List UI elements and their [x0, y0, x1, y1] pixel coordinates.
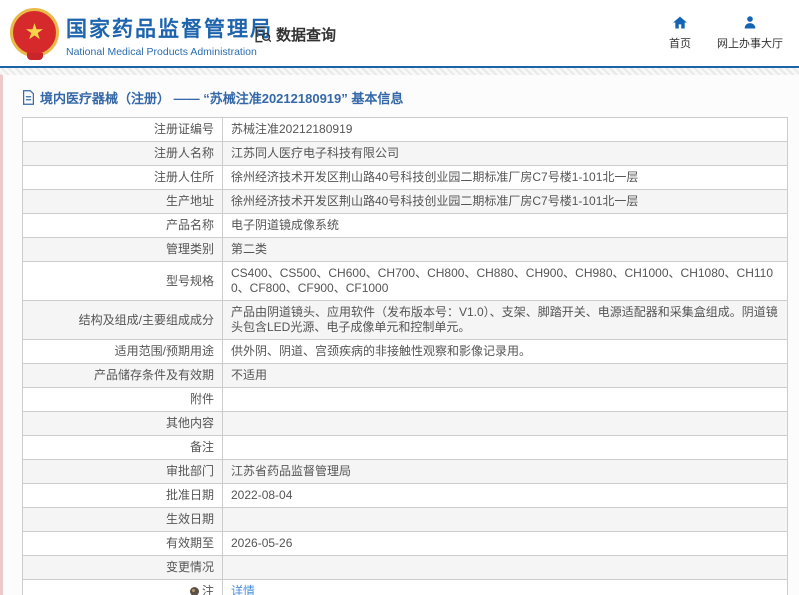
nav-item-service-hall[interactable]: 网上办事大厅 [717, 15, 783, 51]
row-label: 适用范围/预期用途 [22, 339, 223, 364]
row-label: 管理类别 [22, 237, 223, 262]
table-row: 其他内容 [22, 411, 788, 436]
table-row: 注册人名称 江苏同人医疗电子科技有限公司 [22, 141, 788, 166]
table-row: 注详情 [22, 579, 788, 595]
table-row: 产品名称 电子阴道镜成像系统 [22, 213, 788, 238]
table-row: 结构及组成/主要组成成分 产品由阴道镜头、应用软件（发布版本号：V1.0）、支架、… [22, 300, 788, 340]
details-link[interactable]: 详情 [231, 584, 255, 595]
row-label: 注册人住所 [22, 165, 223, 190]
main-content: 境内医疗器械（注册） —— “苏械注准20212180919” 基本信息 注册证… [0, 75, 799, 595]
row-label: 注 [22, 579, 223, 595]
row-label: 附件 [22, 387, 223, 412]
row-value: 详情 [222, 579, 788, 595]
nav-item-label: 网上办事大厅 [717, 38, 783, 50]
row-value [222, 411, 788, 436]
info-table-body: 注册证编号 苏械注准20212180919 注册人名称 江苏同人医疗电子科技有限公司注… [22, 117, 788, 595]
nav-item-label: 首页 [669, 38, 691, 50]
row-label: 产品储存条件及有效期 [22, 363, 223, 388]
row-value: 不适用 [222, 363, 788, 388]
page-icon [23, 90, 34, 105]
row-label: 结构及组成/主要组成成分 [22, 300, 223, 340]
row-value: 江苏同人医疗电子科技有限公司 [222, 141, 788, 166]
data-query-section: 数据查询 [253, 24, 336, 45]
table-row: 批准日期 2022-08-04 [22, 483, 788, 508]
table-row: 型号规格 CS400、CS500、CH600、CH700、CH800、CH880、… [22, 261, 788, 301]
row-label: 注册证编号 [22, 117, 223, 142]
row-value [222, 387, 788, 412]
table-row: 生效日期 [22, 507, 788, 532]
table-row: 产品储存条件及有效期 不适用 [22, 363, 788, 388]
agency-title-block: 国家药品监督管理局 National Medical Products Admi… [66, 13, 273, 58]
agency-name-en: National Medical Products Administration [66, 46, 257, 58]
row-label: 产品名称 [22, 213, 223, 238]
breadcrumb-text: 境内医疗器械（注册） —— “苏械注准20212180919” 基本信息 [40, 91, 404, 106]
row-value: 2022-08-04 [222, 483, 788, 508]
hatch-strip [0, 68, 799, 75]
row-label: 型号规格 [22, 261, 223, 301]
row-label: 审批部门 [22, 459, 223, 484]
data-query-label: 数据查询 [276, 27, 337, 44]
row-value [222, 435, 788, 460]
note-icon [189, 587, 199, 595]
row-value: 江苏省药品监督管理局 [222, 459, 788, 484]
row-value: 供外阴、阴道、宫颈疾病的非接触性观察和影像记录用。 [222, 339, 788, 364]
row-label: 批准日期 [22, 483, 223, 508]
row-label: 注册人名称 [22, 141, 223, 166]
table-row: 附件 [22, 387, 788, 412]
breadcrumb: 境内医疗器械（注册） —— “苏械注准20212180919” 基本信息 [22, 88, 799, 107]
nav-item-home[interactable]: 首页 [669, 15, 691, 51]
document-search-icon [255, 26, 272, 43]
row-label: 生效日期 [22, 507, 223, 532]
star-icon: ★ [24, 18, 45, 44]
row-value [222, 507, 788, 532]
row-label: 备注 [22, 435, 223, 460]
registration-info-table: 注册证编号 苏械注准20212180919 注册人名称 江苏同人医疗电子科技有限公司注… [22, 117, 788, 595]
user-icon [744, 16, 756, 29]
row-label: 生产地址 [22, 189, 223, 214]
row-label: 其他内容 [22, 411, 223, 436]
table-row: 注册人住所 徐州经济技术开发区荆山路40号科技创业园二期标准厂房C7号楼1-101… [22, 165, 788, 190]
page-header: ★ 国家药品监督管理局 National Medical Products Ad… [0, 0, 799, 66]
table-row: 生产地址 徐州经济技术开发区荆山路40号科技创业园二期标准厂房C7号楼1-101北… [22, 189, 788, 214]
row-value: 苏械注准20212180919 [222, 117, 788, 142]
top-nav: 首页 网上办事大厅 [669, 15, 783, 51]
table-row: 有效期至 2026-05-26 [22, 531, 788, 556]
national-emblem-logo: ★ [10, 8, 59, 57]
table-row: 适用范围/预期用途 供外阴、阴道、宫颈疾病的非接触性观察和影像记录用。 [22, 339, 788, 364]
row-value: 徐州经济技术开发区荆山路40号科技创业园二期标准厂房C7号楼1-101北一层 [222, 165, 788, 190]
table-row: 管理类别 第二类 [22, 237, 788, 262]
row-value [222, 555, 788, 580]
row-label: 变更情况 [22, 555, 223, 580]
row-value: 2026-05-26 [222, 531, 788, 556]
left-accent-strip [0, 75, 3, 595]
home-icon [673, 16, 687, 29]
table-row: 变更情况 [22, 555, 788, 580]
row-value: 第二类 [222, 237, 788, 262]
row-value: 产品由阴道镜头、应用软件（发布版本号：V1.0）、支架、脚踏开关、电源适配器和采… [222, 300, 788, 340]
row-value: CS400、CS500、CH600、CH700、CH800、CH880、CH90… [222, 261, 788, 301]
row-value: 电子阴道镜成像系统 [222, 213, 788, 238]
table-row: 注册证编号 苏械注准20212180919 [22, 117, 788, 142]
agency-name-zh: 国家药品监督管理局 [66, 18, 273, 41]
table-row: 审批部门 江苏省药品监督管理局 [22, 459, 788, 484]
row-label: 有效期至 [22, 531, 223, 556]
table-row: 备注 [22, 435, 788, 460]
row-value: 徐州经济技术开发区荆山路40号科技创业园二期标准厂房C7号楼1-101北一层 [222, 189, 788, 214]
